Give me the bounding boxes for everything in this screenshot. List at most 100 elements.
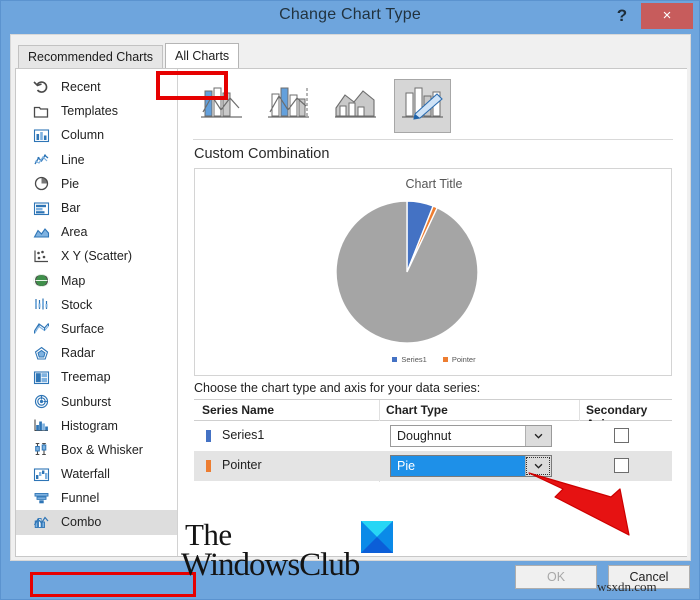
area-icon: [32, 224, 50, 240]
combo-subtype-thumbnails[interactable]: [193, 75, 673, 137]
surface-icon: [32, 321, 50, 337]
chart-type-list[interactable]: Recent Templates Column Line Pie Bar Area X Y (…: [16, 69, 178, 556]
legend-label: Series1: [401, 355, 427, 364]
chart-type-item-bar[interactable]: Bar: [16, 196, 177, 220]
chart-type-item-map[interactable]: Map: [16, 269, 177, 293]
chart-type-value: Pie: [391, 456, 525, 476]
chart-type-item-surface[interactable]: Surface: [16, 317, 177, 341]
chart-type-label: Sunburst: [61, 394, 112, 409]
chart-type-label: Box & Whisker: [61, 442, 143, 457]
series-table: Series Name Chart Type Secondary Axis Se…: [194, 399, 672, 482]
legend-label: Pointer: [451, 355, 476, 364]
chart-type-label: Area: [61, 225, 88, 240]
chart-preview-pane: Custom Combination Chart Title Series1 Po…: [179, 69, 687, 556]
series-name: Pointer: [222, 458, 262, 472]
clustered-column-line-thumb[interactable]: [193, 79, 250, 133]
secondary-axis-checkbox[interactable]: [614, 428, 629, 443]
dialog-body: Recommended Charts All Charts Recent Temp…: [10, 34, 691, 597]
chart-type-item-stock[interactable]: Stock: [16, 293, 177, 317]
chart-type-dropdown[interactable]: Doughnut: [390, 425, 552, 447]
chart-type-item-treemap[interactable]: Treemap: [16, 365, 177, 389]
treemap-icon: [32, 369, 50, 385]
chart-type-label: Surface: [61, 321, 105, 336]
templates-icon: [32, 103, 50, 119]
chart-type-label: X Y (Scatter): [61, 249, 133, 264]
legend-swatch: [442, 357, 448, 362]
source-watermark: wsxdn.com: [597, 579, 657, 594]
chart-preview: Chart Title Series1 Pointer: [194, 168, 672, 376]
chart-type-item-templates[interactable]: Templates: [16, 99, 177, 123]
chart-type-label: Pie: [61, 176, 80, 191]
clustered-column-line-secondary-axis-thumb[interactable]: [260, 79, 317, 133]
chart-type-dropdown[interactable]: Pie: [390, 455, 552, 477]
chart-type-item-waterfall[interactable]: Waterfall: [16, 462, 177, 486]
chart-type-label: Bar: [61, 201, 81, 216]
chart-type-label: Funnel: [61, 491, 100, 506]
pie-chart-svg: [335, 200, 479, 344]
chart-type-label: Recent: [61, 80, 101, 95]
column-header-chart-type: Chart Type: [386, 403, 448, 417]
box-whisker-icon: [32, 442, 50, 458]
chart-type-value: Doughnut: [397, 429, 452, 443]
column-icon: [32, 127, 50, 143]
chart-type-item-x-y-scatter[interactable]: X Y (Scatter): [16, 244, 177, 268]
chart-type-label: Stock: [61, 297, 93, 312]
chart-type-label: Radar: [61, 346, 96, 361]
line-icon: [32, 152, 50, 168]
chart-type-label: Waterfall: [61, 467, 110, 482]
scatter-icon: [32, 248, 50, 264]
tab-strip: Recommended Charts All Charts: [14, 43, 690, 68]
dialog-title: Change Chart Type: [279, 6, 421, 23]
stacked-area-clustered-column-thumb[interactable]: [327, 79, 384, 133]
tab-recommended-charts[interactable]: Recommended Charts: [18, 45, 164, 68]
chart-legend: Series1 Pointer: [195, 355, 673, 364]
chart-type-item-histogram[interactable]: Histogram: [16, 414, 177, 438]
histogram-icon: [32, 418, 50, 434]
chart-type-item-sunburst[interactable]: Sunburst: [16, 389, 177, 413]
chart-type-item-funnel[interactable]: Funnel: [16, 486, 177, 510]
series-row: Series1 Doughnut: [194, 421, 672, 451]
dialog-footer: OK Cancel: [10, 561, 691, 599]
series-name: Series1: [222, 428, 265, 442]
close-icon[interactable]: ×: [641, 3, 693, 29]
chart-type-label: Treemap: [61, 370, 111, 385]
chart-type-item-combo[interactable]: Combo: [16, 510, 177, 535]
series-rows: Series1 Doughnut Pointer Pie: [194, 421, 672, 481]
dropdown-arrow-button[interactable]: [525, 426, 551, 446]
chart-type-label: Column: [61, 128, 105, 143]
chart-type-label: Combo: [61, 515, 102, 530]
column-header-series-name: Series Name: [202, 403, 275, 417]
tab-all-charts[interactable]: All Charts: [165, 43, 240, 68]
help-icon[interactable]: ?: [609, 4, 635, 28]
legend-entry: Pointer: [442, 355, 476, 364]
dropdown-arrow-button[interactable]: [525, 456, 551, 476]
recent-icon: [32, 79, 50, 95]
chart-title: Chart Title: [405, 177, 463, 191]
pie-icon: [32, 176, 50, 192]
chart-type-label: Map: [61, 273, 86, 288]
chart-type-item-recent[interactable]: Recent: [16, 75, 177, 99]
divider: [193, 139, 673, 140]
chart-type-item-column[interactable]: Column: [16, 123, 177, 147]
chart-type-item-radar[interactable]: Radar: [16, 341, 177, 365]
custom-combination-thumb[interactable]: [394, 79, 451, 133]
chart-type-item-area[interactable]: Area: [16, 220, 177, 244]
pie-chart: [334, 199, 480, 345]
chart-type-item-line[interactable]: Line: [16, 148, 177, 172]
secondary-axis-checkbox[interactable]: [614, 458, 629, 473]
sunburst-icon: [32, 394, 50, 410]
ok-button[interactable]: OK: [515, 565, 597, 589]
series-instruction: Choose the chart type and axis for your …: [194, 381, 481, 395]
change-chart-type-dialog: Change Chart Type ? × Recommended Charts…: [0, 0, 700, 600]
chart-type-item-box-whisker[interactable]: Box & Whisker: [16, 438, 177, 462]
series-table-header: Series Name Chart Type Secondary Axis: [194, 400, 672, 431]
radar-icon: [32, 345, 50, 361]
chart-type-item-pie[interactable]: Pie: [16, 172, 177, 196]
legend-swatch: [392, 357, 398, 362]
map-icon: [32, 273, 50, 289]
chevron-down-icon: [534, 433, 543, 439]
chart-type-label: Line: [61, 152, 85, 167]
bar-icon: [32, 200, 50, 216]
content-area: Recent Templates Column Line Pie Bar Area X Y (…: [15, 68, 687, 597]
chart-type-label: Histogram: [61, 418, 118, 433]
